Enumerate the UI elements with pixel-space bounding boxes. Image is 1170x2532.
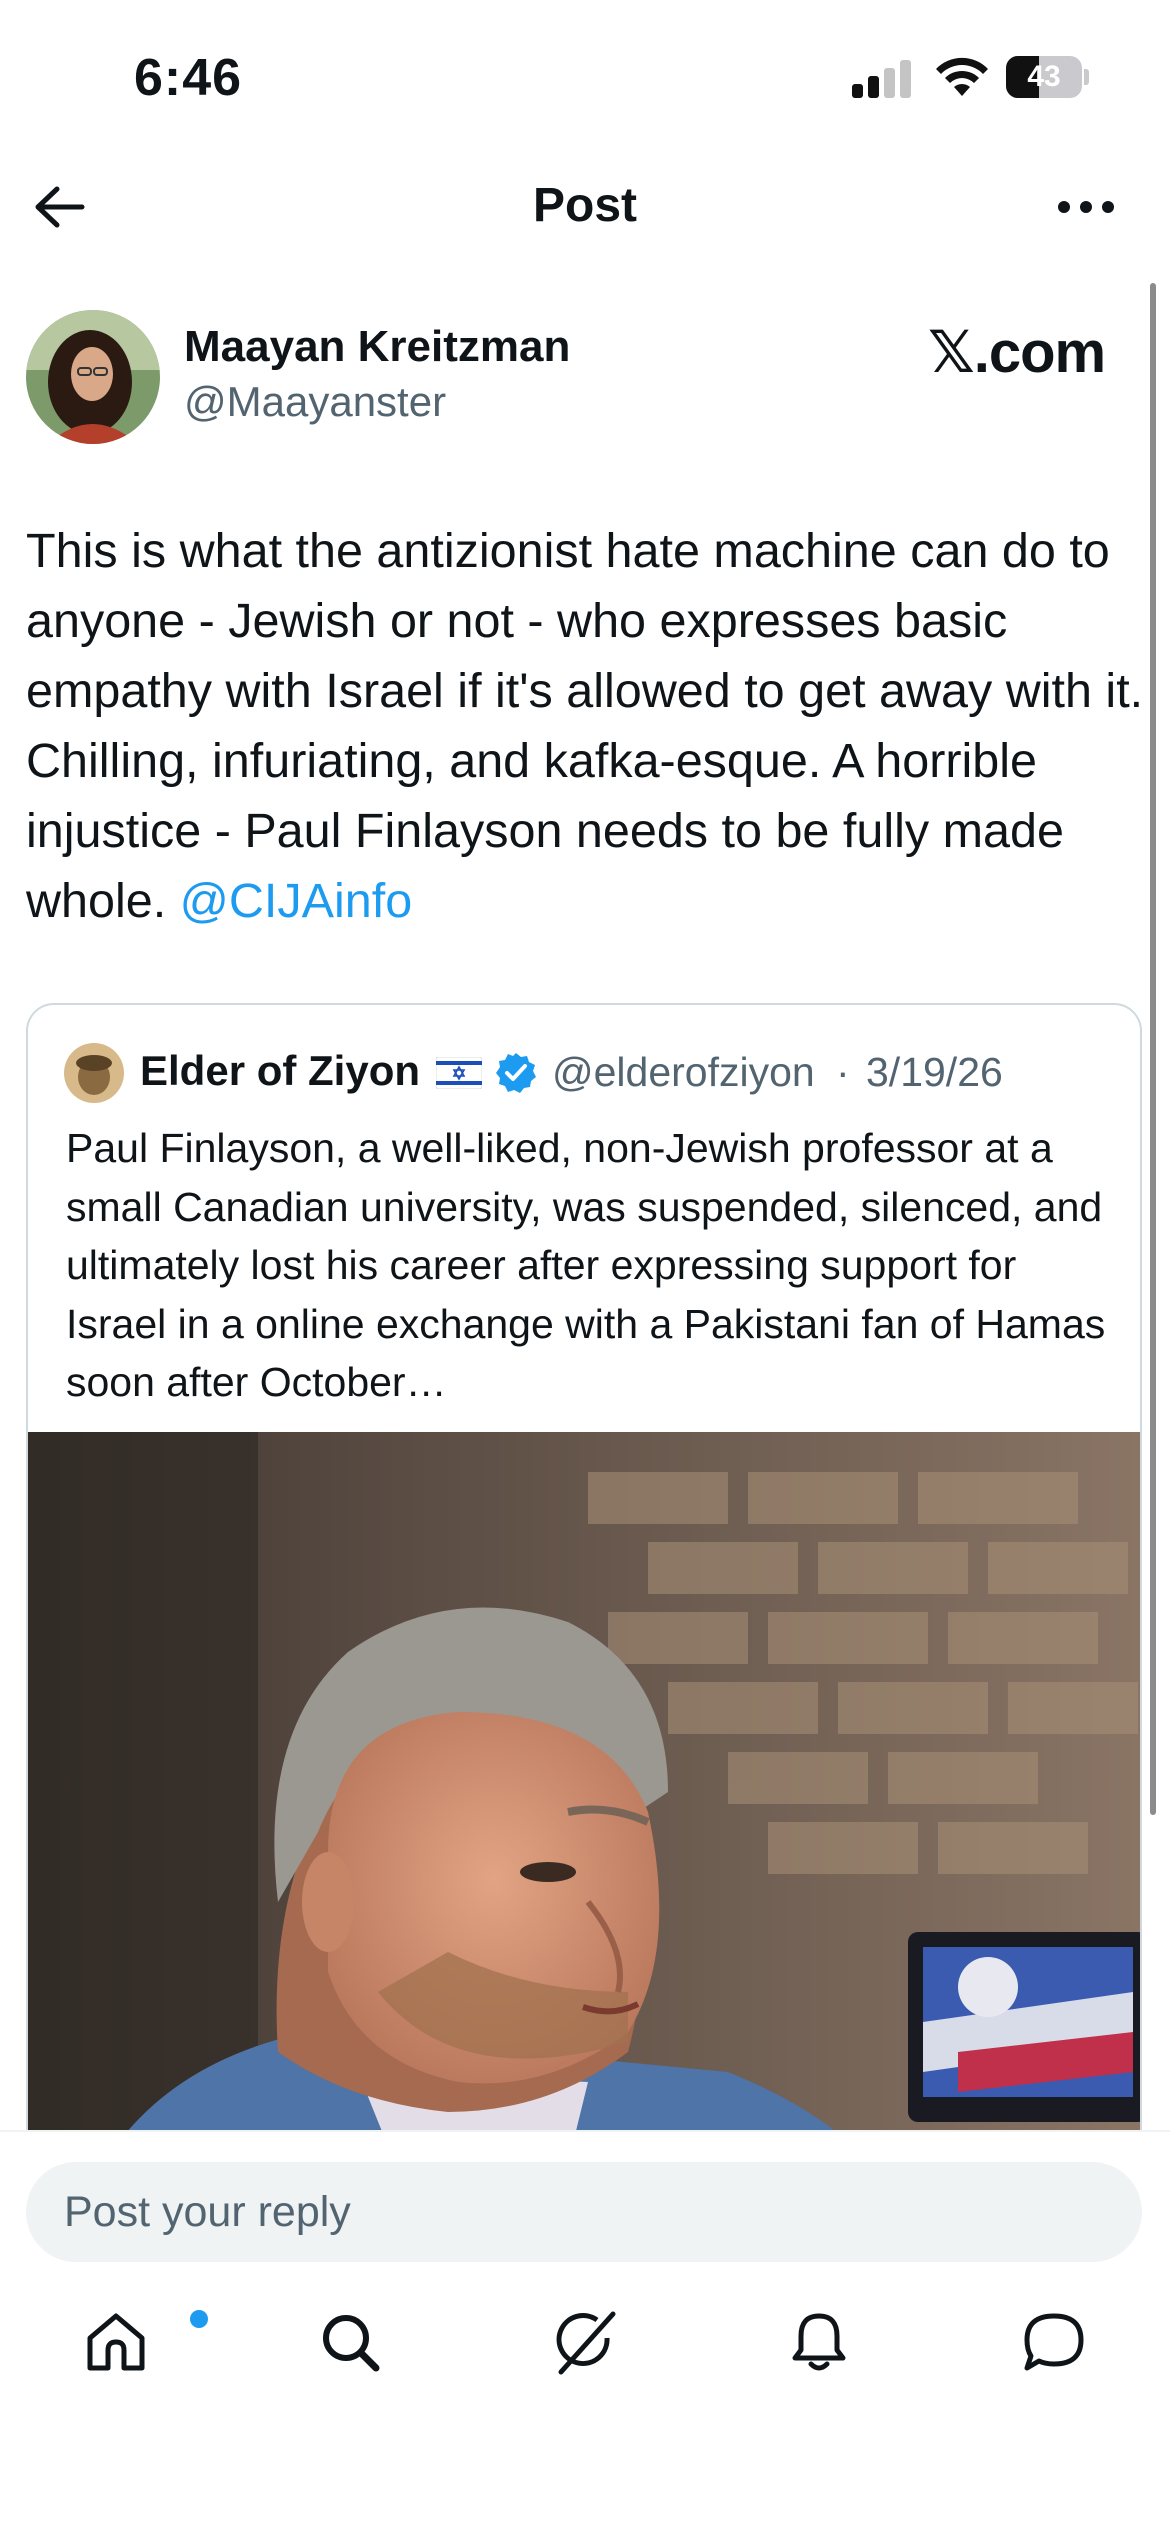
- post-body: This is what the antizionist hate machin…: [26, 524, 1144, 928]
- home-icon: [87, 2313, 145, 2371]
- status-bar: 6:46 43: [0, 0, 1170, 150]
- quote-date: 3/19/26: [866, 1049, 1003, 1095]
- quote-photo[interactable]: [28, 1432, 1140, 2241]
- tab-grok[interactable]: [525, 2282, 645, 2402]
- wifi-icon: [936, 57, 988, 96]
- tab-messages[interactable]: [994, 2282, 1114, 2402]
- israel-flag-icon: [436, 1057, 482, 1089]
- more-horizontal-icon: [1058, 201, 1114, 213]
- post-header: Post: [0, 150, 1170, 264]
- notification-dot: [190, 2310, 208, 2328]
- dot-separator: ·: [836, 1049, 850, 1095]
- reply-input[interactable]: Post your reply: [26, 2162, 1142, 2262]
- scrollbar[interactable]: [1150, 283, 1156, 1815]
- source-label: 𝕏.com: [928, 320, 1106, 385]
- more-options-button[interactable]: [1046, 176, 1126, 238]
- post-text: This is what the antizionist hate machin…: [26, 516, 1146, 936]
- grok-icon: [556, 2311, 616, 2375]
- page-title: Post: [532, 179, 637, 232]
- bell-icon: [792, 2313, 846, 2371]
- quote-author-avatar: [64, 1043, 124, 1103]
- app-screen: 6:46 43 Post Maayan Kreitzman @Maayanste…: [0, 0, 1170, 2532]
- tab-bar: [0, 2282, 1170, 2402]
- reply-placeholder: Post your reply: [64, 2188, 351, 2236]
- battery-icon: 43: [1006, 56, 1089, 98]
- chat-bubble-icon: [1024, 2313, 1084, 2371]
- cellular-signal-icon: [852, 60, 912, 98]
- verified-badge-icon: [496, 1053, 536, 1093]
- quote-text: Paul Finlayson, a well-liked, non-Jewish…: [66, 1125, 1106, 1405]
- quoted-post-card[interactable]: Elder of Ziyon @elderofziyon · 3/19/26 P…: [26, 1003, 1142, 2243]
- tab-home[interactable]: [56, 2282, 208, 2402]
- author-avatar[interactable]: [26, 310, 160, 444]
- tab-notifications[interactable]: [759, 2282, 879, 2402]
- tab-search[interactable]: [290, 2282, 410, 2402]
- author-handle[interactable]: @Maayanster: [184, 378, 446, 426]
- mention-link[interactable]: @CIJAinfo: [180, 874, 413, 928]
- quote-author-handle: @elderofziyon: [552, 1049, 815, 1095]
- battery-level: 43: [1027, 60, 1061, 93]
- reply-and-navigation: Post your reply: [0, 2130, 1170, 2532]
- search-icon: [323, 2315, 380, 2372]
- quote-author-name: Elder of Ziyon: [140, 1047, 421, 1094]
- author-name[interactable]: Maayan Kreitzman: [184, 322, 570, 372]
- home-indicator: [425, 2496, 745, 2508]
- status-time: 6:46: [134, 49, 243, 107]
